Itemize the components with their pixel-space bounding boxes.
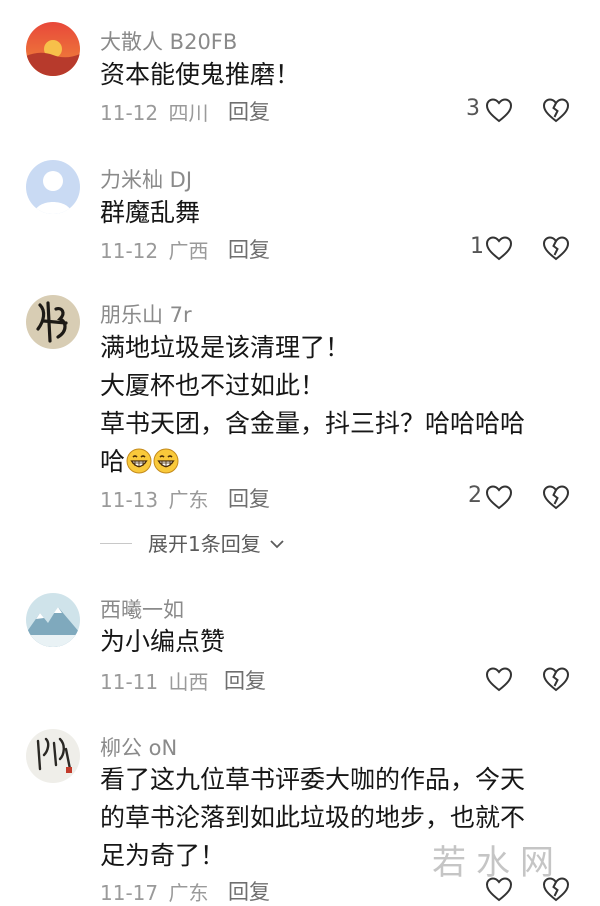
comment-date: 11-11 [100,670,159,694]
broken-heart-icon[interactable] [541,665,571,693]
comment-line: 看了这九位草书评委大咖的作品，今天 [100,765,526,794]
comment-item: 朋乐山 7r 满地垃圾是该清理了！ 大厦杯也不过如此！ 草书天团，含金量，抖三抖… [0,275,600,575]
calligraphy-avatar-image [26,295,80,349]
heart-outline-icon[interactable] [484,483,514,511]
comment-date: 11-12 [100,101,159,125]
comment-date: 11-12 [100,239,159,263]
avatar[interactable] [26,160,80,214]
like-count: 2 [468,483,482,508]
reply-button[interactable]: 回复 [228,876,270,906]
comment-line: 草书天团，含金量，抖三抖？哈哈哈哈 [100,409,526,438]
comment-item: 力米杣 DJ 群魔乱舞 11-12 广西 回复 1 [0,140,600,275]
heart-outline-icon[interactable] [484,665,514,693]
username[interactable]: 力米杣 DJ [100,164,192,194]
like-count: 1 [470,234,484,259]
grinning-face-emoji [153,448,179,474]
comment-line: 满地垃圾是该清理了！ [100,333,351,362]
comment-date: 11-17 [100,881,159,905]
watermark: 若水网 [432,843,564,883]
comment-line: 群魔乱舞 [100,198,201,227]
comment-line: 为小编点赞 [100,627,226,656]
avatar[interactable] [26,295,80,349]
divider [100,543,132,544]
comment-location: 广东 [168,488,209,512]
heart-outline-icon[interactable] [484,234,514,262]
reply-button[interactable]: 回复 [224,665,266,695]
comment-date: 11-13 [100,488,159,512]
comment-location: 广西 [168,239,209,263]
expand-replies-button[interactable]: 展开1条回复 [148,528,285,557]
comment-line-with-emoji: 哈 [100,443,578,481]
comment-location: 四川 [168,101,209,125]
comment-item: 西曦一如 为小编点赞 11-11 山西 回复 [0,575,600,715]
comment-line: 的草书沦落到如此垃圾的地步，也就不 [100,803,526,832]
mountain-avatar-image [26,593,80,647]
comment-text: 资本能使鬼推磨！ [100,56,578,94]
comment-line: 资本能使鬼推磨！ [100,60,301,89]
sunset-avatar-image [26,22,80,76]
chevron-down-icon [270,540,284,549]
avatar[interactable] [26,593,80,647]
broken-heart-icon[interactable] [541,96,571,124]
avatar[interactable] [26,22,80,76]
username[interactable]: 柳公 oN [100,732,177,762]
comment-line: 哈 [100,447,126,476]
reply-button[interactable]: 回复 [228,234,270,264]
comment-meta: 11-13 广东 [100,484,208,513]
avatar[interactable] [26,729,80,783]
broken-heart-icon[interactable] [541,234,571,262]
username[interactable]: 朋乐山 7r [100,299,192,329]
reply-button[interactable]: 回复 [228,483,270,513]
comment-meta: 11-12 广西 [100,235,208,264]
broken-heart-icon[interactable] [541,483,571,511]
comment-text: 满地垃圾是该清理了！ 大厦杯也不过如此！ 草书天团，含金量，抖三抖？哈哈哈哈 哈 [100,329,578,481]
comment-line: 大厦杯也不过如此！ [100,371,326,400]
heart-outline-icon[interactable] [484,96,514,124]
comment-meta: 11-12 四川 [100,97,208,126]
reply-button[interactable]: 回复 [228,96,270,126]
default-avatar-image [26,160,80,214]
calligraphy-avatar-image [26,729,80,783]
like-count: 3 [466,96,480,121]
comment-item: 大散人 B20FB 资本能使鬼推磨！ 11-12 四川 回复 3 [0,0,600,140]
comment-meta: 11-17 广东 [100,877,208,906]
username[interactable]: 西曦一如 [100,594,184,624]
username[interactable]: 大散人 B20FB [100,26,237,56]
comment-meta: 11-11 山西 [100,666,208,695]
comment-text: 群魔乱舞 [100,194,578,232]
expand-replies-label: 展开1条回复 [148,532,261,556]
comment-location: 广东 [168,881,209,905]
comment-location: 山西 [168,670,209,694]
grinning-face-emoji [126,448,152,474]
comment-text: 为小编点赞 [100,623,578,661]
